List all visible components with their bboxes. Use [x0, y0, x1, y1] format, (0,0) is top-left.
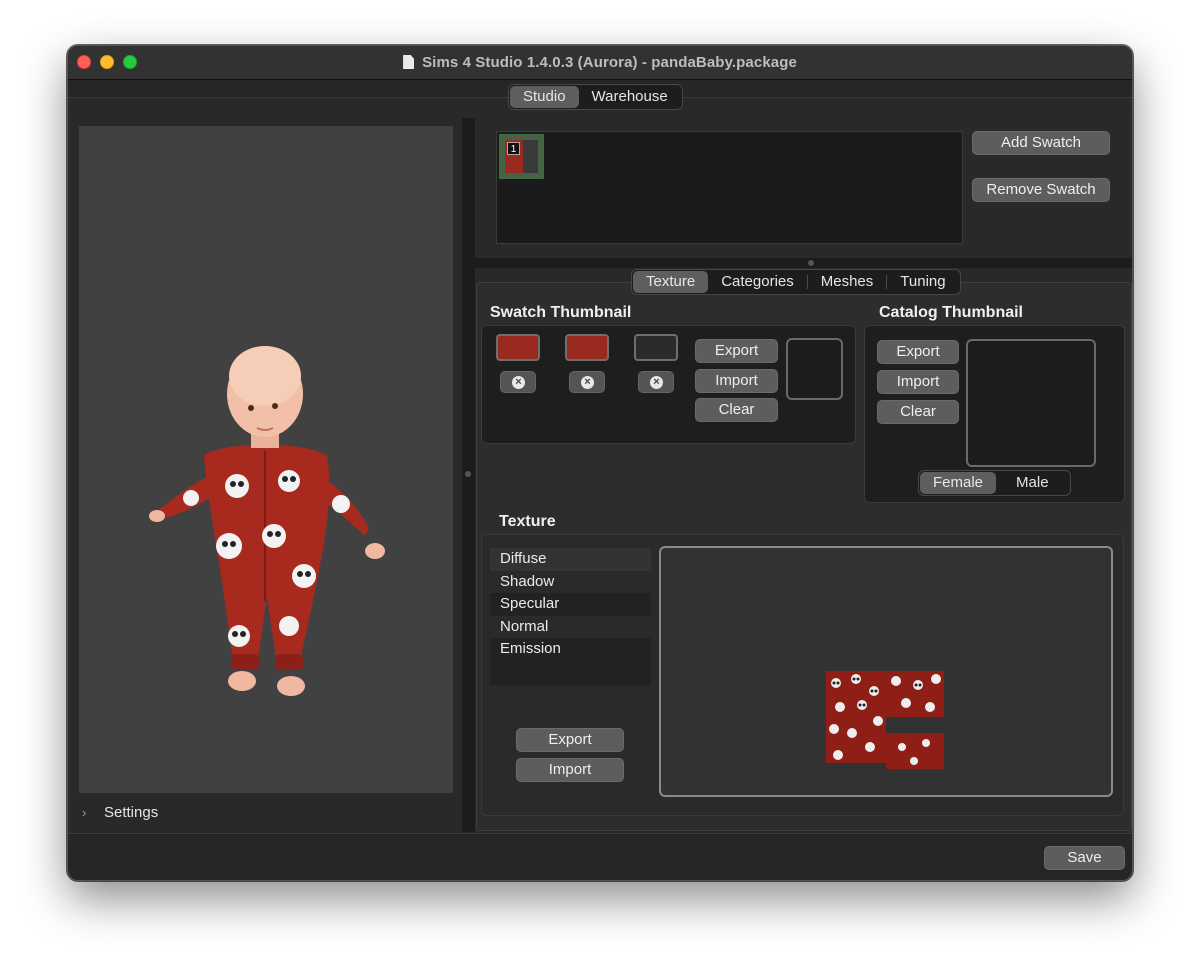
clear-color-2-button[interactable]: ×	[569, 371, 605, 393]
add-swatch-button[interactable]: Add Swatch	[972, 131, 1110, 155]
swatch-item[interactable]: 1	[499, 134, 544, 179]
texture-item-emission[interactable]: Emission	[490, 638, 651, 661]
gender-male-tab[interactable]: Male	[996, 472, 1069, 494]
swatch-color-secondary	[523, 140, 538, 173]
clear-color-3-button[interactable]: ×	[638, 371, 674, 393]
swatch-number: 1	[507, 142, 520, 155]
swatch-thumb-clear-button[interactable]: Clear	[695, 398, 778, 422]
window-title-text: Sims 4 Studio 1.4.0.3 (Aurora) - pandaBa…	[422, 54, 797, 71]
tab-texture[interactable]: Texture	[633, 271, 709, 293]
swatch-color-3[interactable]	[634, 334, 678, 361]
swatch-thumb-export-button[interactable]: Export	[695, 339, 778, 363]
texture-map-list[interactable]: Diffuse Shadow Specular Normal Emission	[490, 548, 651, 685]
texture-import-button[interactable]: Import	[516, 758, 624, 782]
main-tabs: Studio Warehouse	[508, 84, 683, 110]
document-icon	[403, 55, 415, 69]
chevron-right-icon: ›	[82, 805, 87, 820]
texture-item-normal[interactable]: Normal	[490, 615, 651, 638]
gender-toggle: Female Male	[918, 470, 1071, 496]
gender-female-tab[interactable]: Female	[920, 472, 997, 494]
texture-item-specular[interactable]: Specular	[490, 593, 651, 616]
3d-preview-viewport[interactable]	[79, 126, 453, 793]
app-window: Sims 4 Studio 1.4.0.3 (Aurora) - pandaBa…	[67, 45, 1133, 881]
texture-export-button[interactable]: Export	[516, 728, 624, 752]
catalog-thumbnail-title: Catalog Thumbnail	[879, 304, 1023, 321]
texture-item-diffuse[interactable]: Diffuse	[490, 548, 651, 571]
swatch-thumbnail-preview	[786, 338, 843, 400]
remove-swatch-button[interactable]: Remove Swatch	[972, 178, 1110, 202]
window-title: Sims 4 Studio 1.4.0.3 (Aurora) - pandaBa…	[68, 54, 1132, 71]
tab-categories[interactable]: Categories	[708, 271, 807, 293]
catalog-thumb-import-button[interactable]: Import	[877, 370, 959, 394]
texture-section-title: Texture	[499, 513, 556, 530]
catalog-thumb-clear-button[interactable]: Clear	[877, 400, 959, 424]
x-circle-icon: ×	[650, 376, 663, 389]
x-circle-icon: ×	[581, 376, 594, 389]
horizontal-splitter[interactable]	[475, 258, 1132, 268]
swatch-color-1[interactable]	[496, 334, 540, 361]
sub-tabs: Texture Categories Meshes Tuning	[631, 269, 961, 295]
catalog-thumb-export-button[interactable]: Export	[877, 340, 959, 364]
tab-warehouse[interactable]: Warehouse	[579, 86, 681, 108]
splitter-handle-icon	[465, 471, 471, 477]
tab-tuning[interactable]: Tuning	[887, 271, 958, 293]
tab-meshes[interactable]: Meshes	[808, 271, 887, 293]
settings-label: Settings	[104, 804, 159, 821]
swatch-list[interactable]: 1	[496, 131, 963, 244]
swatch-thumbnail-title: Swatch Thumbnail	[490, 304, 632, 321]
sim-model-render	[149, 346, 385, 696]
tab-studio[interactable]: Studio	[510, 86, 579, 108]
title-bar: Sims 4 Studio 1.4.0.3 (Aurora) - pandaBa…	[68, 46, 1132, 80]
catalog-thumbnail-preview	[966, 339, 1096, 467]
save-button[interactable]: Save	[1044, 846, 1125, 870]
x-circle-icon: ×	[512, 376, 525, 389]
texture-preview	[659, 546, 1113, 797]
swatch-thumb-import-button[interactable]: Import	[695, 369, 778, 393]
swatch-thumbnail-box: × × ×	[481, 325, 856, 444]
clear-color-1-button[interactable]: ×	[500, 371, 536, 393]
splitter-handle-icon	[808, 260, 814, 266]
texture-image	[826, 671, 944, 769]
texture-item-shadow[interactable]: Shadow	[490, 570, 651, 593]
swatch-color-2[interactable]	[565, 334, 609, 361]
settings-disclosure[interactable]: › Settings	[82, 804, 158, 821]
